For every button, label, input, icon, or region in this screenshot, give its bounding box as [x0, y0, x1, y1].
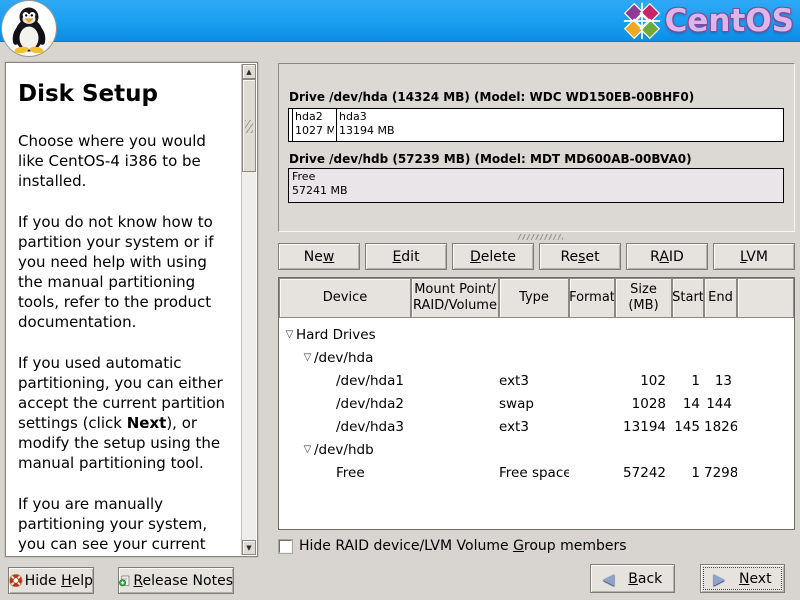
- back-button[interactable]: ◀ Back: [590, 564, 675, 593]
- top-banner: CentOS: [0, 0, 800, 42]
- drive-hdb-bar[interactable]: Free 57241 MB: [288, 168, 784, 203]
- raid-button[interactable]: RAID: [626, 243, 708, 270]
- edit-button[interactable]: Edit: [365, 243, 447, 270]
- help-paragraph: If you do not know how to partition your…: [18, 212, 236, 332]
- free-space-segment[interactable]: Free 57241 MB: [289, 169, 350, 202]
- brand-name: CentOS: [665, 3, 794, 39]
- hide-raid-row: Hide RAID device/LVM Volume Group member…: [279, 538, 627, 554]
- help-scrollbar[interactable]: ▲ ▼: [241, 64, 256, 555]
- back-arrow-icon: ◀: [603, 570, 615, 588]
- table-row[interactable]: /dev/hda1 ext3 102 1 13: [279, 369, 794, 392]
- expander-icon[interactable]: ▽: [283, 329, 296, 340]
- drive-hda-label: Drive /dev/hda (14324 MB) (Model: WDC WD…: [289, 90, 694, 104]
- column-header-size[interactable]: Size(MB): [615, 278, 672, 318]
- scrollbar-thumb[interactable]: [242, 79, 256, 172]
- table-row[interactable]: ▽Hard Drives: [279, 323, 794, 346]
- centos-star-icon: [623, 2, 661, 40]
- partition-segment-hda3[interactable]: hda3 13194 MB: [337, 109, 783, 141]
- hide-raid-label: Hide RAID device/LVM Volume Group member…: [299, 538, 627, 554]
- table-row[interactable]: ▽/dev/hda: [279, 346, 794, 369]
- help-paragraph: If you are manually partitioning your sy…: [18, 494, 236, 557]
- lvm-button[interactable]: LVM: [713, 243, 795, 270]
- hide-help-button[interactable]: Hide Help: [8, 567, 94, 594]
- next-arrow-icon: ▶: [713, 570, 725, 588]
- column-header-start[interactable]: Start: [672, 278, 704, 318]
- drive-hdb-label: Drive /dev/hdb (57239 MB) (Model: MDT MD…: [289, 152, 692, 166]
- scroll-down-button[interactable]: ▼: [242, 540, 256, 555]
- reset-button[interactable]: Reset: [539, 243, 621, 270]
- table-row[interactable]: /dev/hda3 ext3 13194 145 1826: [279, 415, 794, 438]
- column-header-format[interactable]: Format: [569, 278, 615, 318]
- thumb-grip: [245, 120, 253, 133]
- next-emphasis: Next: [127, 414, 167, 432]
- centos-logo: CentOS: [623, 2, 794, 40]
- help-panel: Disk Setup Choose where you would like C…: [5, 62, 258, 557]
- help-buoy-icon: [9, 572, 23, 589]
- help-paragraph: If you used automatic partitioning, you …: [18, 353, 236, 473]
- tux-logo: [1, 0, 57, 57]
- column-header-filler: [737, 278, 794, 318]
- column-header-end[interactable]: End: [704, 278, 737, 318]
- column-header-device[interactable]: Device: [279, 278, 411, 318]
- partition-segment-hda2[interactable]: hda2 1027 M: [293, 109, 337, 141]
- scroll-up-button[interactable]: ▲: [242, 64, 256, 79]
- next-button[interactable]: ▶ Next: [700, 564, 785, 593]
- drive-graph-panel: Drive /dev/hda (14324 MB) (Model: WDC WD…: [278, 63, 795, 232]
- page-title: Disk Setup: [18, 81, 236, 107]
- table-row[interactable]: Free Free space 57242 1 7298: [279, 461, 794, 484]
- table-body: ▽Hard Drives ▽/dev/hda /dev/hda1 ext3 10…: [279, 318, 794, 529]
- table-row[interactable]: ▽/dev/hdb: [279, 438, 794, 461]
- expander-icon[interactable]: ▽: [301, 444, 314, 455]
- column-header-mount-point[interactable]: Mount Point/RAID/Volume: [411, 278, 499, 318]
- help-text: Disk Setup Choose where you would like C…: [18, 73, 236, 557]
- help-paragraph: Choose where you would like CentOS-4 i38…: [18, 131, 236, 191]
- scroll-up-icon: ▲: [246, 68, 251, 76]
- expander-icon[interactable]: ▽: [301, 352, 314, 363]
- partition-table: Device Mount Point/RAID/Volume Type Form…: [278, 277, 795, 530]
- column-header-type[interactable]: Type: [499, 278, 569, 318]
- release-notes-button[interactable]: Release Notes: [118, 567, 234, 594]
- tux-penguin-icon: [9, 5, 49, 53]
- table-header: Device Mount Point/RAID/Volume Type Form…: [279, 278, 794, 318]
- scroll-down-icon: ▼: [246, 544, 251, 552]
- pane-resize-grip[interactable]: [517, 234, 563, 240]
- drive-hda-bar[interactable]: hda2 1027 M hda3 13194 MB: [288, 108, 784, 142]
- new-button[interactable]: New: [278, 243, 360, 270]
- table-row[interactable]: /dev/hda2 swap 1028 14 144: [279, 392, 794, 415]
- delete-button[interactable]: Delete: [452, 243, 534, 270]
- partition-toolbar: New Edit Delete Reset RAID LVM: [278, 243, 795, 270]
- hide-raid-checkbox[interactable]: [279, 540, 292, 553]
- release-notes-icon: [119, 573, 130, 589]
